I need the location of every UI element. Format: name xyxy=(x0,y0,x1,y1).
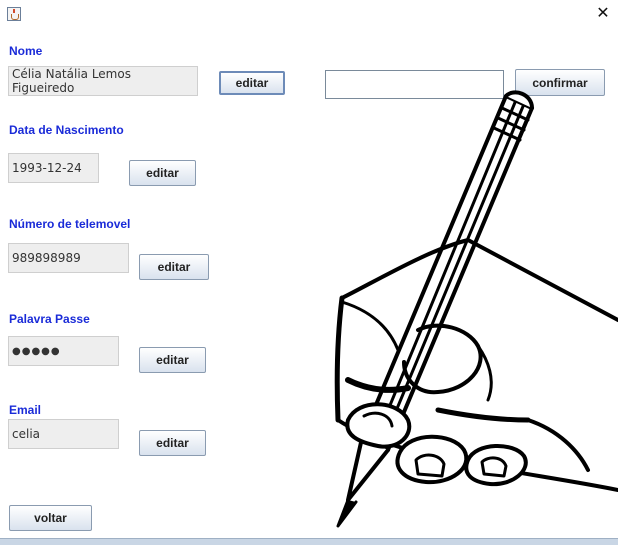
close-icon[interactable]: ✕ xyxy=(594,4,612,22)
nascimento-field: 1993-12-24 xyxy=(8,153,99,183)
palavra-passe-field: ●●●●● xyxy=(8,336,119,366)
edit-email-button[interactable]: editar xyxy=(139,430,206,456)
nome-label: Nome xyxy=(9,44,43,58)
edit-palavra-passe-button[interactable]: editar xyxy=(139,347,206,373)
edit-telemovel-button[interactable]: editar xyxy=(139,254,209,280)
edit-nascimento-button[interactable]: editar xyxy=(129,160,196,186)
email-label: Email xyxy=(9,403,42,417)
telemovel-label: Número de telemovel xyxy=(9,217,131,231)
email-field: celia xyxy=(8,419,119,449)
nome-field: Célia Natália Lemos Figueiredo xyxy=(8,66,198,96)
title-bar: ✕ xyxy=(0,0,618,30)
java-cup-icon xyxy=(7,7,21,21)
back-button[interactable]: voltar xyxy=(9,505,92,531)
nascimento-label: Data de Nascimento xyxy=(9,123,124,137)
telemovel-field: 989898989 xyxy=(8,243,129,273)
hand-pencil-illustration xyxy=(334,90,618,528)
edit-nome-button[interactable]: editar xyxy=(219,71,285,95)
palavra-passe-label: Palavra Passe xyxy=(9,312,90,326)
